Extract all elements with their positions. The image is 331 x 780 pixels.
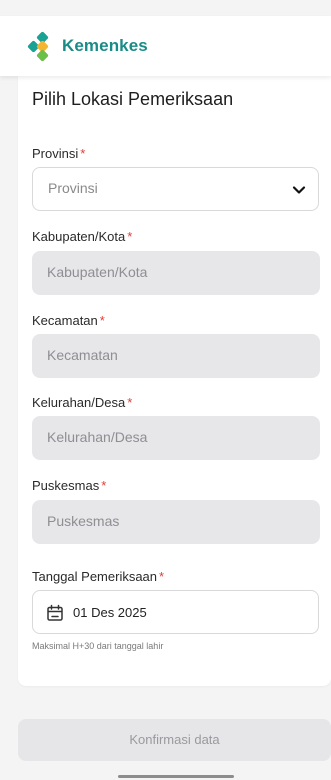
- kecamatan-placeholder: Kecamatan: [47, 347, 118, 363]
- required-mark: *: [127, 395, 133, 410]
- required-mark: *: [80, 146, 86, 161]
- required-mark: *: [101, 478, 107, 493]
- kecamatan-label: Kecamatan *: [32, 313, 105, 328]
- kabupaten-label-text: Kabupaten/Kota: [32, 229, 126, 244]
- tanggal-date-picker[interactable]: 01 Des 2025: [32, 590, 319, 634]
- app-header: Kemenkes: [0, 16, 331, 76]
- provinsi-label: Provinsi *: [32, 146, 85, 161]
- tanggal-label: Tanggal Pemeriksaan *: [32, 569, 164, 584]
- kelurahan-label: Kelurahan/Desa *: [32, 395, 132, 410]
- puskesmas-label-text: Puskesmas: [32, 478, 100, 493]
- tanggal-value: 01 Des 2025: [73, 605, 147, 620]
- page-title: Pilih Lokasi Pemeriksaan: [32, 89, 234, 109]
- kecamatan-label-text: Kecamatan: [32, 313, 98, 328]
- tanggal-helper-text: Maksimal H+30 dari tanggal lahir: [32, 641, 164, 651]
- calendar-icon: [47, 604, 63, 621]
- kemenkes-logo-icon: [27, 31, 49, 61]
- required-mark: *: [99, 313, 105, 328]
- kelurahan-placeholder: Kelurahan/Desa: [47, 429, 148, 445]
- kabupaten-label: Kabupaten/Kota *: [32, 229, 132, 244]
- home-indicator: [118, 775, 234, 778]
- required-mark: *: [159, 569, 165, 584]
- kelurahan-label-text: Kelurahan/Desa: [32, 395, 126, 410]
- provinsi-select[interactable]: Provinsi: [32, 167, 319, 211]
- tanggal-label-text: Tanggal Pemeriksaan: [32, 569, 158, 584]
- confirm-data-button[interactable]: Konfirmasi data: [18, 719, 331, 761]
- puskesmas-placeholder: Puskesmas: [47, 513, 120, 529]
- chevron-down-icon: [292, 186, 306, 194]
- puskesmas-label: Puskesmas *: [32, 478, 106, 493]
- provinsi-select-value: Provinsi: [48, 180, 98, 196]
- kabupaten-placeholder: Kabupaten/Kota: [47, 264, 148, 280]
- brand-name: Kemenkes: [62, 36, 148, 55]
- required-mark: *: [127, 229, 133, 244]
- provinsi-label-text: Provinsi: [32, 146, 79, 161]
- kabupaten-input[interactable]: Kabupaten/Kota: [32, 251, 320, 295]
- puskesmas-input[interactable]: Puskesmas: [32, 500, 320, 544]
- kelurahan-input[interactable]: Kelurahan/Desa: [32, 416, 320, 460]
- kecamatan-input[interactable]: Kecamatan: [32, 334, 320, 378]
- status-bar-area: [0, 0, 331, 16]
